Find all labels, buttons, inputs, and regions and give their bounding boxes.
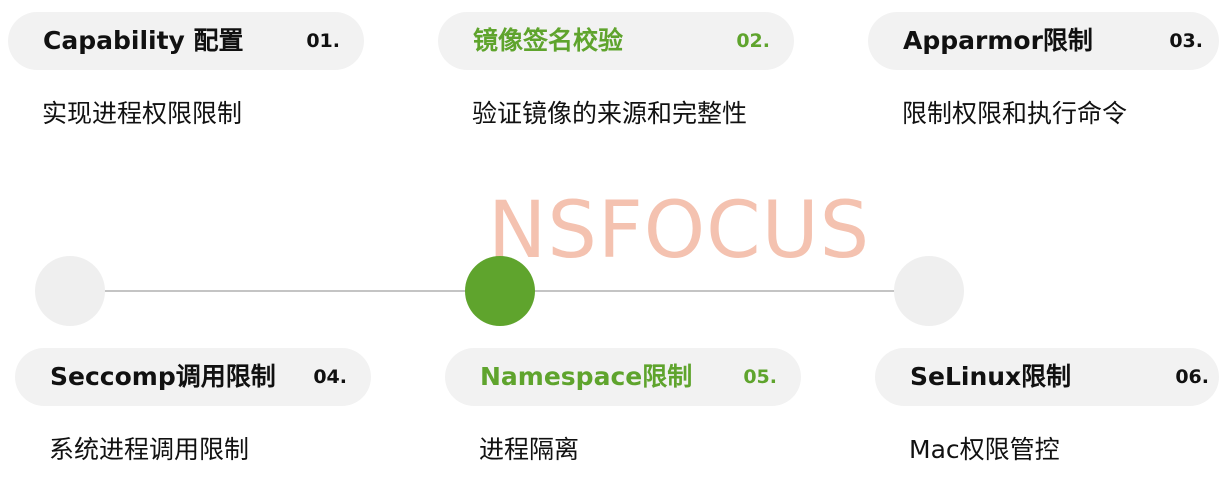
card-image-signature: 镜像签名校验 02. [438,12,794,70]
card-description: Mac权限管控 [909,435,1060,464]
timeline-node-1 [35,256,105,326]
nsfocus-watermark: NSFOCUS [488,186,871,276]
card-title: 镜像签名校验 [473,26,624,55]
card-title: Apparmor限制 [903,26,1093,55]
card-apparmor: Apparmor限制 03. [868,12,1219,70]
card-description: 系统进程调用限制 [49,435,250,464]
card-title: Capability 配置 [43,26,244,55]
card-number: 03. [1169,30,1203,52]
card-description: 验证镜像的来源和完整性 [472,99,748,128]
card-description: 限制权限和执行命令 [902,99,1128,128]
card-title: SeLinux限制 [910,362,1072,391]
card-namespace: Namespace限制 05. [445,348,801,406]
card-description: 进程隔离 [479,435,580,464]
card-capability: Capability 配置 01. [8,12,364,70]
card-number: 05. [743,366,777,388]
card-number: 02. [736,30,770,52]
card-number: 04. [313,366,347,388]
card-number: 06. [1175,366,1209,388]
timeline-node-3 [894,256,964,326]
card-title: Namespace限制 [480,362,693,391]
timeline-node-2-active [465,256,535,326]
card-seccomp: Seccomp调用限制 04. [15,348,371,406]
card-number: 01. [306,30,340,52]
card-title: Seccomp调用限制 [50,362,276,391]
card-description: 实现进程权限限制 [42,99,243,128]
card-selinux: SeLinux限制 06. [875,348,1219,406]
